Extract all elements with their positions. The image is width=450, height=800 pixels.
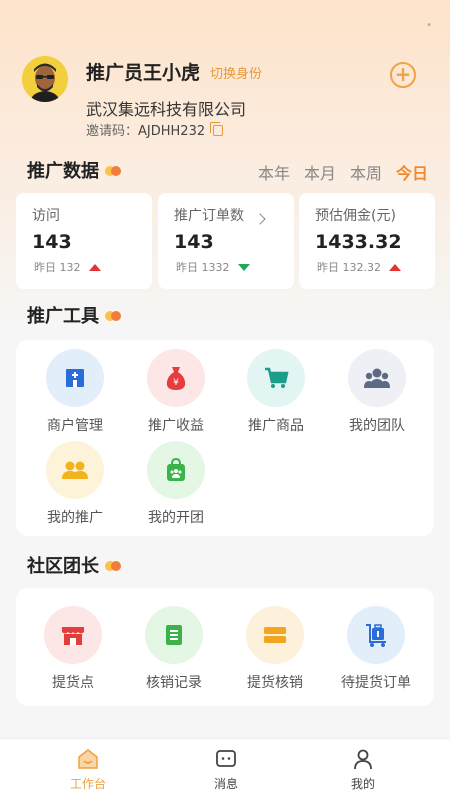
store-building-icon	[46, 349, 104, 407]
shop-awning-icon	[44, 606, 102, 664]
money-bag-icon: ¥	[147, 349, 205, 407]
stat-label: 推广订单数	[174, 208, 244, 224]
workbench-icon	[76, 747, 100, 771]
tool-my-team[interactable]: 我的团队	[327, 349, 427, 435]
luggage-cart-icon	[347, 606, 405, 664]
tool-label: 商户管理	[47, 418, 103, 434]
tab-month[interactable]: 本月	[304, 160, 336, 184]
title-dots-icon	[105, 561, 123, 571]
community-label: 提货核销	[247, 675, 303, 691]
nav-messages[interactable]: 消息	[186, 747, 266, 792]
nav-mine[interactable]: 我的	[323, 747, 403, 792]
community-panel: 提货点 核销记录 提货核销 待提货订单	[16, 588, 434, 706]
status-indicator: •	[426, 20, 432, 31]
stat-yesterday-text: 昨日 1332	[176, 261, 230, 274]
period-tabs: 本年 本月 本周 今日	[258, 160, 428, 184]
invite-code-row: 邀请码：AJDHH232	[86, 120, 224, 139]
trend-up-icon	[389, 264, 401, 271]
trend-up-icon	[88, 264, 101, 271]
bottom-nav: 工作台 消息 我的	[0, 738, 450, 800]
document-list-icon	[145, 606, 203, 664]
tool-label: 我的团队	[349, 418, 405, 434]
nav-label: 工作台	[69, 777, 106, 791]
group-bag-icon	[147, 441, 205, 499]
copy-icon[interactable]	[210, 122, 224, 136]
stats-section-title: 推广数据	[27, 157, 123, 183]
stat-yesterday: 昨日 1332	[176, 259, 250, 275]
ticket-icon	[246, 606, 304, 664]
team-icon	[348, 349, 406, 407]
tab-week[interactable]: 本周	[350, 160, 382, 184]
community-label: 提货点	[52, 675, 94, 691]
message-icon	[214, 747, 238, 771]
nav-workbench[interactable]: 工作台	[48, 747, 128, 792]
avatar[interactable]	[22, 56, 68, 102]
company-name: 武汉集远科技有限公司	[86, 100, 247, 119]
nav-label: 消息	[213, 777, 238, 791]
tool-merchant-management[interactable]: 商户管理	[25, 349, 125, 435]
stat-value: 1433.32	[315, 231, 402, 253]
tools-section-title: 推广工具	[27, 302, 123, 328]
tool-promotion-income[interactable]: ¥ 推广收益	[126, 349, 226, 435]
community-title-text: 社区团长	[27, 556, 99, 577]
stat-value: 143	[174, 231, 214, 253]
switch-role-link[interactable]: 切换身份	[210, 63, 262, 82]
stat-yesterday-text: 昨日 132	[34, 261, 81, 274]
users-icon	[46, 441, 104, 499]
community-pickup-point[interactable]: 提货点	[23, 606, 123, 692]
community-section-title: 社区团长	[27, 552, 123, 578]
nav-label: 我的	[350, 777, 375, 791]
stat-value: 143	[32, 231, 72, 253]
stat-yesterday: 昨日 132	[34, 259, 101, 275]
promoter-name: 推广员王小虎	[86, 62, 201, 84]
tools-panel: 商户管理 ¥ 推广收益 推广商品 我的团队 我的推广 我的开团	[16, 340, 434, 536]
stat-yesterday-text: 昨日 132.32	[317, 261, 381, 274]
tool-label: 我的开团	[148, 510, 204, 526]
community-label: 待提货订单	[341, 675, 411, 691]
tool-label: 推广商品	[248, 418, 304, 434]
stat-yesterday: 昨日 132.32	[317, 259, 401, 275]
chevron-right-icon	[254, 213, 266, 225]
tools-title-text: 推广工具	[27, 306, 99, 327]
stats-title-text: 推广数据	[27, 161, 99, 182]
invite-code: AJDHH232	[138, 124, 206, 139]
stat-card-commission[interactable]: 预估佣金(元) 1433.32 昨日 132.32	[299, 193, 435, 289]
tool-label: 我的推广	[47, 510, 103, 526]
stat-card-visits[interactable]: 访问 143 昨日 132	[16, 193, 152, 289]
community-pickup-verify[interactable]: 提货核销	[225, 606, 325, 692]
tool-my-group[interactable]: 我的开团	[126, 441, 226, 527]
stat-label: 访问	[32, 208, 60, 224]
profile-header: 推广员王小虎 切换身份 + 武汉集远科技有限公司 邀请码：AJDHH232	[22, 56, 432, 146]
tab-today[interactable]: 今日	[396, 160, 428, 184]
stat-label: 预估佣金(元)	[315, 208, 396, 224]
svg-text:¥: ¥	[173, 378, 179, 388]
community-verify-records[interactable]: 核销记录	[124, 606, 224, 692]
title-dots-icon	[105, 166, 123, 176]
tool-label: 推广收益	[148, 418, 204, 434]
add-circle-icon[interactable]: +	[390, 62, 416, 88]
stat-card-orders[interactable]: 推广订单数 143 昨日 1332	[158, 193, 294, 289]
tool-my-promotion[interactable]: 我的推广	[25, 441, 125, 527]
tool-promotion-goods[interactable]: 推广商品	[226, 349, 326, 435]
tab-year[interactable]: 本年	[258, 160, 290, 184]
title-dots-icon	[105, 311, 123, 321]
community-label: 核销记录	[146, 675, 202, 691]
invite-label: 邀请码：	[86, 124, 139, 139]
shopping-cart-icon	[247, 349, 305, 407]
community-pending-orders[interactable]: 待提货订单	[326, 606, 426, 692]
trend-down-icon	[237, 264, 250, 271]
user-icon	[351, 747, 375, 771]
